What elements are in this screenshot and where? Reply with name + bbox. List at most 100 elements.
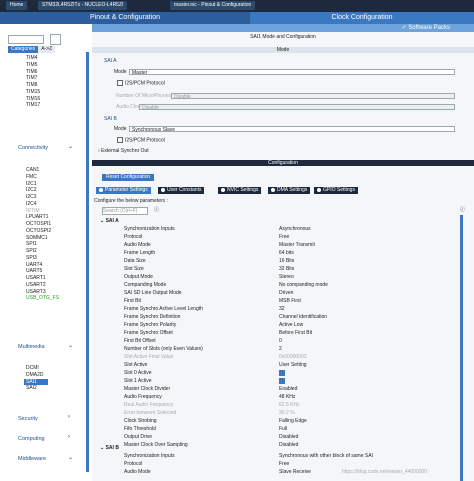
param-value[interactable]: 0x00000003 (279, 354, 307, 360)
list-item[interactable]: I2C2 (26, 187, 59, 194)
list-item[interactable]: I2C3 (26, 194, 59, 201)
breadcrumb-project[interactable]: master.ioc - Pinout & Configuration (170, 1, 256, 10)
checkbox-icon[interactable] (117, 137, 123, 143)
param-value[interactable]: Slave Receive (279, 469, 311, 475)
param-scrollbar[interactable] (460, 215, 463, 481)
group-multimedia[interactable]: Multimedia (18, 344, 45, 350)
group-computing[interactable]: Computing (18, 436, 45, 442)
list-item[interactable]: TIM17 (26, 102, 40, 109)
param-row[interactable]: Synchronization Inputs Synchronous with o… (94, 453, 464, 459)
param-row[interactable]: Frame Synchro Active Level Length 32 (94, 306, 464, 312)
param-row[interactable]: Clock Strobing Falling Edge (94, 418, 464, 424)
tab-user-constants[interactable]: User Constants (158, 187, 205, 194)
param-row[interactable]: Real Audio Frequency 62.5 KHz (94, 402, 464, 408)
software-packs-button[interactable]: ✓ Software Packs (402, 24, 450, 32)
list-item[interactable]: TIM16 (26, 96, 40, 103)
tab-nvic-settings[interactable]: NVIC Settings (218, 187, 262, 194)
list-item[interactable]: TIM4 (26, 55, 40, 62)
reset-config-button[interactable]: Reset Configuration (102, 174, 155, 181)
param-value[interactable]: Disabled (279, 442, 298, 448)
param-row[interactable]: First Bit MSB First (94, 298, 464, 304)
group-middleware[interactable]: Middleware (18, 456, 46, 462)
param-row[interactable]: Number of Slots (only Even Values) 2 (94, 346, 464, 352)
param-row[interactable]: Frame Synchro Offset Before First Bit (94, 330, 464, 336)
list-item[interactable]: TIM15 (26, 89, 40, 96)
list-item[interactable]: TIM6 (26, 69, 40, 76)
list-item[interactable]: USART3 (26, 289, 59, 296)
sai-a-label[interactable]: SAI A (104, 58, 117, 64)
list-item[interactable]: DCMI (26, 365, 48, 372)
param-value[interactable]: 32 Bits (279, 266, 294, 272)
param-value[interactable]: 30.2 % (279, 410, 295, 416)
param-row[interactable]: Protocol Free (94, 234, 464, 240)
param-value[interactable] (279, 370, 287, 376)
list-item[interactable]: TIM5 (26, 62, 40, 69)
tab-pinout[interactable]: Pinout & Configuration (0, 12, 250, 24)
param-value[interactable]: 48 KHz (279, 394, 295, 400)
param-row[interactable]: Master Clock Divider Enabled (94, 386, 464, 392)
param-row[interactable]: Protocol Free (94, 461, 464, 467)
list-item[interactable]: FMC (26, 174, 59, 181)
param-value[interactable]: Channel Identification (279, 314, 327, 320)
tab-dma-settings[interactable]: DMA Settings (268, 187, 311, 194)
param-row[interactable]: Slot 1 Active (94, 378, 464, 384)
param-row[interactable]: First Bit Offset 0 (94, 338, 464, 344)
param-value[interactable]: 62.5 KHz (279, 402, 300, 408)
param-row[interactable]: Audio Frequency 48 KHz (94, 394, 464, 400)
param-value[interactable]: Falling Edge (279, 418, 307, 424)
checkbox-icon[interactable] (117, 80, 123, 86)
tab-clock[interactable]: Clock Configuration (250, 12, 474, 24)
param-value[interactable]: 64 bits (279, 250, 294, 256)
param-value[interactable]: 32 (279, 306, 285, 312)
param-row[interactable]: Output Drive Disabled (94, 434, 464, 440)
list-item[interactable]: SPI2 (26, 248, 59, 255)
param-row[interactable]: Slot Active User Setting (94, 362, 464, 368)
list-item[interactable]: SDMMC1 (26, 235, 59, 242)
category-search-input[interactable] (8, 35, 44, 44)
param-value[interactable]: Full (279, 426, 287, 432)
checkbox-icon[interactable] (279, 378, 285, 384)
chevron-down-icon[interactable]: ⌄ (68, 143, 73, 150)
list-item[interactable]: TIM7 (26, 75, 40, 82)
ext-sync-toggle[interactable]: › External Synchro Out (98, 148, 149, 154)
param-row[interactable]: Fifo Threshold Full (94, 426, 464, 432)
group-connectivity[interactable]: Connectivity (18, 145, 48, 151)
param-value[interactable]: Free (279, 461, 289, 467)
param-value[interactable]: Asynchronous (279, 226, 311, 232)
param-value[interactable]: Synchronous with other block of same SAI (279, 453, 373, 459)
chevron-right-icon[interactable]: › (68, 434, 70, 440)
param-value[interactable]: 2 (279, 346, 282, 352)
gear-icon[interactable] (50, 34, 61, 45)
i2s-a-checkbox[interactable]: I2S/PCM Protocol (117, 80, 165, 86)
param-value[interactable]: Enabled (279, 386, 297, 392)
param-row[interactable]: Frame Synchro Definition Channel Identifi… (94, 314, 464, 320)
list-item[interactable]: IRTIM (26, 208, 59, 215)
param-value[interactable] (279, 378, 287, 384)
param-row[interactable]: Frame Synchro Polarity Active Low (94, 322, 464, 328)
list-item[interactable]: SPI3 (26, 255, 59, 262)
list-item-selected[interactable]: SAI1 (24, 378, 48, 386)
group-security[interactable]: Security (18, 416, 38, 422)
mode-b-select[interactable]: Synchronous Slave (129, 126, 455, 133)
list-item[interactable]: USART2 (26, 282, 59, 289)
param-value[interactable]: Driven (279, 290, 293, 296)
list-item[interactable]: CAN1 (26, 167, 59, 174)
num-mic-select[interactable]: Disable (171, 93, 455, 100)
param-value[interactable]: 0 (279, 338, 282, 344)
param-value[interactable]: Before First Bit (279, 330, 312, 336)
left-scrollbar[interactable] (86, 52, 89, 472)
info-icon[interactable]: ⓘ (154, 207, 159, 213)
param-row[interactable]: Synchronization Inputs Asynchronous (94, 226, 464, 232)
checkbox-icon[interactable] (279, 370, 285, 376)
param-value[interactable]: No companding mode (279, 282, 328, 288)
list-item[interactable]: OCTOSPI2 (26, 228, 59, 235)
sai-b-label[interactable]: SAI B (104, 116, 117, 122)
tab-a-z[interactable]: A->Z (38, 46, 56, 53)
param-row[interactable]: Error between Selected 30.2 % (94, 410, 464, 416)
param-value[interactable]: User Setting (279, 362, 307, 368)
list-item[interactable]: I2C1 (26, 181, 59, 188)
list-item[interactable]: UART5 (26, 268, 59, 275)
param-row[interactable]: Slot 0 Active (94, 370, 464, 376)
param-row[interactable]: Companding Mode No companding mode (94, 282, 464, 288)
param-value[interactable]: Master Transmit (279, 242, 315, 248)
